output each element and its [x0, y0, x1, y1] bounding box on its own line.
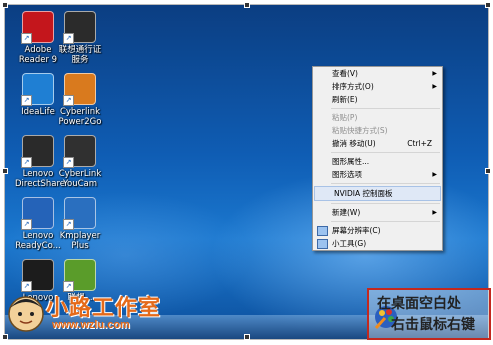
selection-handle [2, 168, 8, 174]
desktop-shortcut-label: 服务 [71, 55, 89, 65]
watermark-site-name: 小路工作室 [46, 296, 162, 321]
context-menu-item-label: 粘贴(P) [332, 113, 358, 122]
shortcut-arrow-icon: ↗ [21, 157, 32, 168]
context-menu-item[interactable]: 新建(W) ▶ [313, 206, 442, 219]
monitor-icon [317, 239, 328, 249]
selection-handle [485, 168, 491, 174]
desktop-shortcut-label: Kmplayer [59, 231, 101, 241]
context-menu-item[interactable]: 刷新(E) [313, 93, 442, 106]
menu-separator [331, 108, 440, 109]
submenu-arrow-icon: ▶ [432, 70, 437, 77]
context-menu-item-label: 排序方式(O) [332, 82, 374, 91]
submenu-arrow-icon: ▶ [432, 171, 437, 178]
context-menu-item[interactable]: 撤消 移动(U) Ctrl+Z [313, 137, 442, 150]
desktop-shortcut-label: Power2Go [58, 117, 102, 127]
cyberlink-power2go-icon: ↗ [63, 73, 96, 106]
desktop-shortcut[interactable]: ↗ 联想通行证 服务 [57, 11, 103, 65]
lenovo-readycomm-icon: ↗ [21, 197, 54, 230]
shortcut-arrow-icon: ↗ [21, 95, 32, 106]
desktop-shortcut[interactable]: ↗ Lenovo DirectShare [15, 135, 65, 189]
desktop-shortcut[interactable]: ↗ CyberLink YouCam [57, 135, 103, 189]
shortcut-arrow-icon: ↗ [63, 33, 74, 44]
lenovo-lock-icon: ↗ [21, 259, 54, 292]
context-menu-item-label: 屏幕分辨率(C) [332, 226, 381, 235]
context-menu-item[interactable]: 图形属性... [313, 155, 442, 168]
menu-separator [331, 203, 440, 204]
menu-shortcut: Ctrl+Z [407, 139, 432, 148]
annotation-line-1: 在桌面空白处 [377, 296, 461, 312]
desktop-shortcut[interactable]: ↗ Cyberlink Power2Go [57, 73, 103, 127]
shortcut-arrow-icon: ↗ [63, 219, 74, 230]
submenu-arrow-icon: ▶ [432, 83, 437, 90]
context-menu-item-label: 新建(W) [332, 208, 361, 217]
desktop-shortcut-label: Lenovo [22, 169, 54, 179]
menu-separator [331, 183, 440, 184]
desktop-shortcut-label: YouCam [62, 179, 98, 189]
shortcut-arrow-icon: ↗ [21, 33, 32, 44]
download-app-icon: ↗ [63, 259, 96, 292]
context-menu-item[interactable]: 屏幕分辨率(C) [313, 224, 442, 237]
context-menu-item: 粘贴(P) [313, 111, 442, 124]
annotation-box: 在桌面空白处 右击鼠标右键 [367, 288, 491, 340]
desktop-shortcut-label: IdeaLife [21, 107, 55, 117]
kmplayer-icon: ↗ [63, 197, 96, 230]
context-menu-item-label: 撤消 移动(U) [332, 139, 376, 148]
watermark-url: www.wzlu.com [52, 319, 130, 331]
context-menu-item-label: 粘贴快捷方式(S) [332, 126, 388, 135]
desktop-shortcut-label: DirectShare [15, 179, 65, 189]
desktop-shortcut[interactable]: ↗ Adobe Reader 9 [15, 11, 61, 65]
selection-handle [485, 2, 491, 8]
context-menu-item-label: 查看(V) [332, 69, 358, 78]
selection-handle [244, 334, 250, 340]
shortcut-arrow-icon: ↗ [63, 157, 74, 168]
watermark-logo: 小路工作室 www.wzlu.com [4, 288, 184, 340]
context-menu-item-label: NVIDIA 控制面板 [334, 189, 393, 198]
lenovo-directshare-icon: ↗ [21, 135, 54, 168]
desktop-shortcut-label: 联想通行证 [58, 45, 102, 55]
desktop-shortcut[interactable]: ↗ Lenovo ReadyCo... [15, 197, 61, 251]
annotation-line-2: 右击鼠标右键 [391, 317, 475, 333]
context-menu-item-label: 刷新(E) [332, 95, 358, 104]
context-menu-item: 粘贴快捷方式(S) [313, 124, 442, 137]
context-menu-item-label: 图形属性... [332, 157, 370, 166]
cyberlink-youcam-icon: ↗ [63, 135, 96, 168]
desktop-context-menu: 查看(V) ▶ 排序方式(O) ▶ 刷新(E) 粘贴(P) 粘贴快捷方式(S) 撤消 移动(U… [312, 66, 443, 251]
desktop-shortcut-label: Reader 9 [18, 55, 58, 65]
submenu-arrow-icon: ▶ [432, 209, 437, 216]
context-menu-item[interactable]: 图形选项 ▶ [313, 168, 442, 181]
desktop-shortcut[interactable]: ↗ Kmplayer Plus [57, 197, 103, 251]
menu-separator [331, 221, 440, 222]
desktop-shortcut-label: Adobe [24, 45, 52, 55]
lenovo-id-service-icon: ↗ [63, 11, 96, 44]
selection-handle [2, 2, 8, 8]
shortcut-arrow-icon: ↗ [21, 219, 32, 230]
shortcut-arrow-icon: ↗ [63, 95, 74, 106]
desktop-shortcut-label: Plus [71, 241, 89, 251]
desktop-shortcut-label: ReadyCo... [15, 241, 61, 251]
menu-separator [331, 152, 440, 153]
monitor-icon [317, 226, 328, 236]
idealife-icon: ↗ [21, 73, 54, 106]
desktop-shortcut[interactable]: ↗ IdeaLife [15, 73, 61, 117]
context-menu-item[interactable]: 查看(V) ▶ [313, 67, 442, 80]
desktop-shortcut-label: Lenovo [22, 231, 54, 241]
context-menu-item-label: 图形选项 [332, 170, 362, 179]
context-menu-item-label: 小工具(G) [332, 239, 367, 248]
context-menu-item[interactable]: NVIDIA 控制面板 [314, 186, 441, 201]
desktop-shortcut-label: Cyberlink [59, 107, 101, 117]
adobe-reader-icon: ↗ [21, 11, 54, 44]
context-menu-item[interactable]: 小工具(G) [313, 237, 442, 250]
desktop-shortcut-label: CyberLink [58, 169, 102, 179]
selection-handle [244, 2, 250, 8]
context-menu-item[interactable]: 排序方式(O) ▶ [313, 80, 442, 93]
